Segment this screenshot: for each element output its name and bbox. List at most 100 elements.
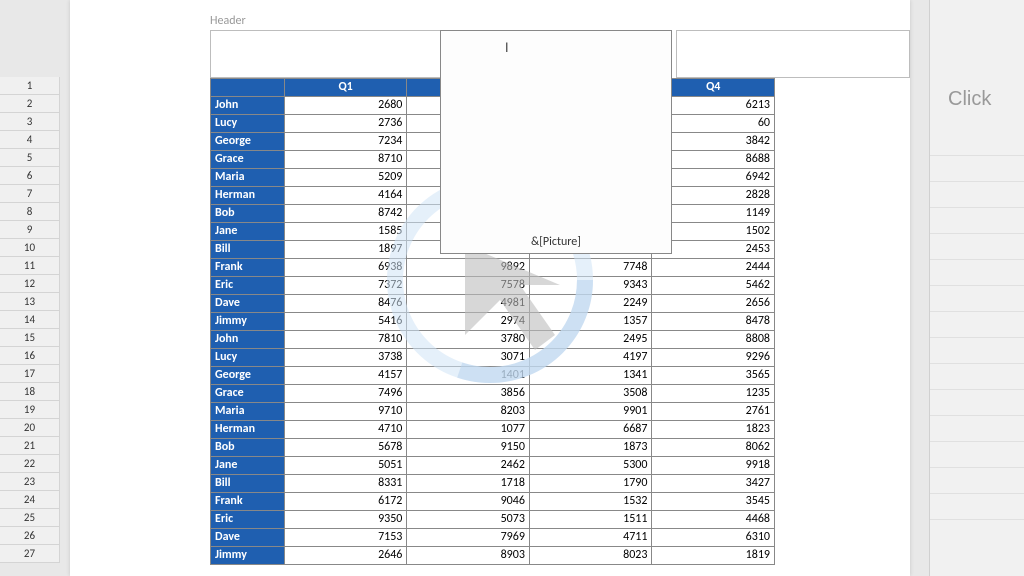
data-cell[interactable]: 5300 [529, 457, 652, 475]
data-cell[interactable]: 4197 [529, 349, 652, 367]
data-cell[interactable]: 6687 [529, 421, 652, 439]
data-cell[interactable]: 9918 [652, 457, 775, 475]
row-number[interactable]: 9 [0, 221, 60, 239]
table-row[interactable]: Jane5051246253009918 [211, 457, 775, 475]
table-row[interactable]: Lucy3738307141979296 [211, 349, 775, 367]
row-name-cell[interactable]: Dave [211, 295, 285, 313]
data-cell[interactable]: 1532 [529, 493, 652, 511]
row-name-cell[interactable]: Bill [211, 475, 285, 493]
data-cell[interactable]: 1401 [407, 367, 530, 385]
row-number[interactable]: 5 [0, 149, 60, 167]
data-cell[interactable]: 3071 [407, 349, 530, 367]
data-cell[interactable]: 4711 [529, 529, 652, 547]
data-cell[interactable]: 1235 [652, 385, 775, 403]
row-name-cell[interactable]: Bill [211, 241, 285, 259]
data-cell[interactable]: 1897 [284, 241, 407, 259]
data-cell[interactable]: 8710 [284, 151, 407, 169]
data-cell[interactable]: 3780 [407, 331, 530, 349]
row-number[interactable]: 21 [0, 437, 60, 455]
row-name-cell[interactable]: Jane [211, 457, 285, 475]
data-cell[interactable]: 2656 [652, 295, 775, 313]
data-cell[interactable]: 7496 [284, 385, 407, 403]
row-number[interactable]: 3 [0, 113, 60, 131]
table-row[interactable]: Bill8331171817903427 [211, 475, 775, 493]
row-name-cell[interactable]: Jimmy [211, 547, 285, 565]
data-cell[interactable]: 9901 [529, 403, 652, 421]
data-cell[interactable]: 7234 [284, 133, 407, 151]
row-number[interactable]: 24 [0, 491, 60, 509]
data-cell[interactable]: 9892 [407, 259, 530, 277]
table-row[interactable]: Dave8476498122492656 [211, 295, 775, 313]
data-cell[interactable]: 3738 [284, 349, 407, 367]
data-cell[interactable]: 1511 [529, 511, 652, 529]
data-cell[interactable]: 4157 [284, 367, 407, 385]
data-cell[interactable]: 8023 [529, 547, 652, 565]
data-cell[interactable]: 8742 [284, 205, 407, 223]
data-cell[interactable]: 1823 [652, 421, 775, 439]
data-cell[interactable]: 1585 [284, 223, 407, 241]
row-name-cell[interactable]: Eric [211, 277, 285, 295]
row-number[interactable]: 16 [0, 347, 60, 365]
data-cell[interactable]: 2249 [529, 295, 652, 313]
data-cell[interactable]: 6172 [284, 493, 407, 511]
row-number[interactable]: 19 [0, 401, 60, 419]
data-cell[interactable]: 6310 [652, 529, 775, 547]
row-number[interactable]: 11 [0, 257, 60, 275]
data-cell[interactable]: 8203 [407, 403, 530, 421]
row-number[interactable]: 20 [0, 419, 60, 437]
row-name-cell[interactable]: George [211, 367, 285, 385]
data-cell[interactable]: 7748 [529, 259, 652, 277]
data-cell[interactable]: 7810 [284, 331, 407, 349]
table-row[interactable]: John7810378024958808 [211, 331, 775, 349]
row-name-cell[interactable]: Bob [211, 439, 285, 457]
data-cell[interactable]: 1718 [407, 475, 530, 493]
data-cell[interactable]: 1819 [652, 547, 775, 565]
data-cell[interactable]: 5051 [284, 457, 407, 475]
data-cell[interactable]: 1873 [529, 439, 652, 457]
data-cell[interactable]: 9350 [284, 511, 407, 529]
row-number[interactable]: 1 [0, 77, 60, 95]
data-cell[interactable]: 8331 [284, 475, 407, 493]
data-cell[interactable]: 3565 [652, 367, 775, 385]
row-number[interactable]: 27 [0, 545, 60, 563]
data-cell[interactable]: 3427 [652, 475, 775, 493]
data-cell[interactable]: 2444 [652, 259, 775, 277]
row-number[interactable]: 23 [0, 473, 60, 491]
data-cell[interactable]: 7372 [284, 277, 407, 295]
table-row[interactable]: Bob5678915018738062 [211, 439, 775, 457]
data-cell[interactable]: 2495 [529, 331, 652, 349]
data-cell[interactable]: 2462 [407, 457, 530, 475]
table-row[interactable]: Herman4710107766871823 [211, 421, 775, 439]
data-cell[interactable]: 1341 [529, 367, 652, 385]
data-cell[interactable]: 7153 [284, 529, 407, 547]
row-name-cell[interactable]: Lucy [211, 115, 285, 133]
row-number[interactable]: 25 [0, 509, 60, 527]
row-number[interactable]: 2 [0, 95, 60, 113]
data-cell[interactable]: 3545 [652, 493, 775, 511]
table-row[interactable]: Maria9710820399012761 [211, 403, 775, 421]
data-cell[interactable]: 1790 [529, 475, 652, 493]
row-name-cell[interactable]: George [211, 133, 285, 151]
row-number[interactable]: 7 [0, 185, 60, 203]
row-name-cell[interactable]: Herman [211, 421, 285, 439]
row-number[interactable]: 22 [0, 455, 60, 473]
data-cell[interactable]: 3508 [529, 385, 652, 403]
data-cell[interactable]: 1077 [407, 421, 530, 439]
row-number[interactable]: 10 [0, 239, 60, 257]
side-task-pane[interactable]: Click [929, 0, 1024, 576]
table-row[interactable]: Eric9350507315114468 [211, 511, 775, 529]
data-cell[interactable]: 6938 [284, 259, 407, 277]
table-row[interactable]: Jimmy2646890380231819 [211, 547, 775, 565]
table-row[interactable]: Grace7496385635081235 [211, 385, 775, 403]
data-cell[interactable]: 8903 [407, 547, 530, 565]
data-cell[interactable]: 4710 [284, 421, 407, 439]
data-cell[interactable]: 2646 [284, 547, 407, 565]
row-name-cell[interactable]: Grace [211, 151, 285, 169]
row-name-cell[interactable]: Lucy [211, 349, 285, 367]
row-number[interactable]: 26 [0, 527, 60, 545]
data-cell[interactable]: 2680 [284, 97, 407, 115]
row-number[interactable]: 18 [0, 383, 60, 401]
row-number[interactable]: 17 [0, 365, 60, 383]
row-name-cell[interactable]: Jimmy [211, 313, 285, 331]
row-number[interactable]: 14 [0, 311, 60, 329]
